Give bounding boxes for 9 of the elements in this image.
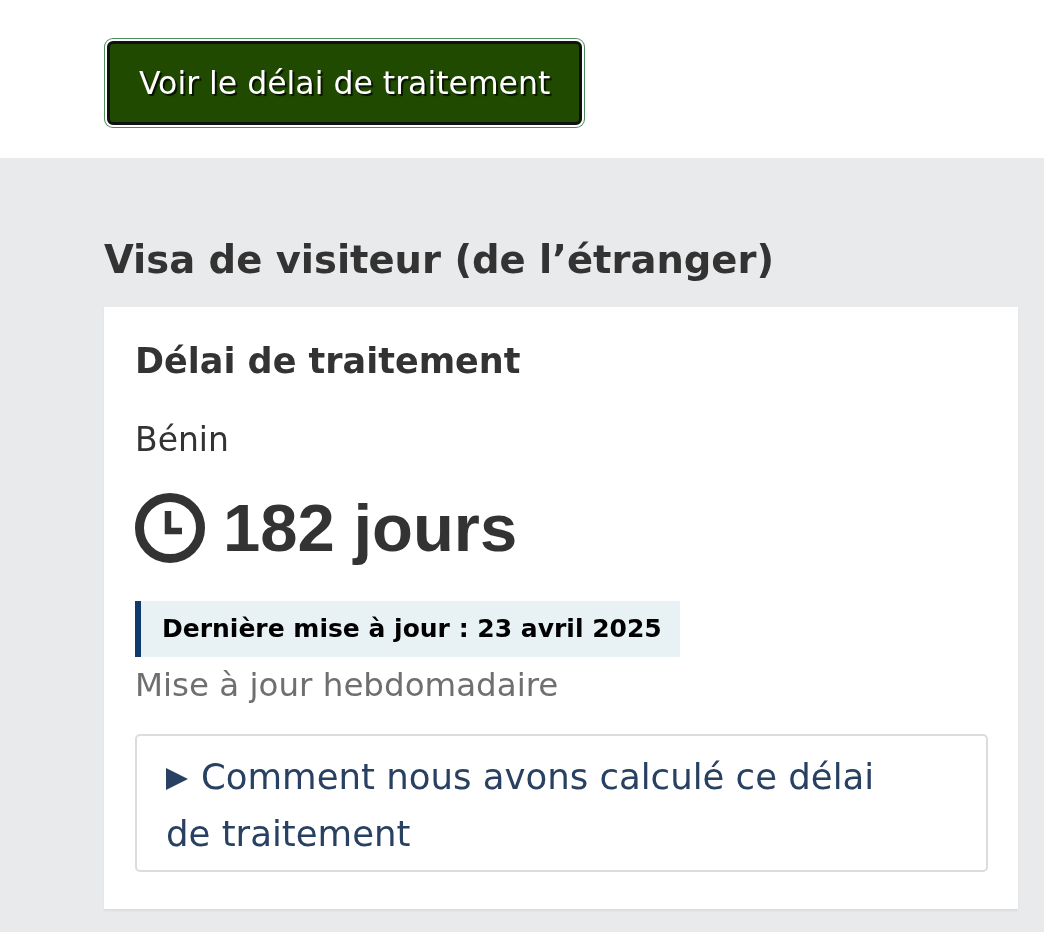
card-title: Délai de traitement (135, 341, 522, 382)
country-label: Bénin (135, 420, 230, 459)
last-updated-notice: Dernière mise à jour : 23 avril 2025 (135, 601, 680, 657)
section-heading: Visa de visiteur (de l’étranger) (104, 238, 776, 281)
update-frequency-text: Mise à jour hebdomadaire (135, 666, 560, 704)
action-button[interactable]: Voir le délai de traitement (107, 41, 583, 125)
processing-time: 182 jours (223, 493, 518, 563)
clock-icon (135, 493, 205, 563)
details-summary[interactable]: Comment nous avons calculé ce délai de traitement (137, 736, 986, 870)
